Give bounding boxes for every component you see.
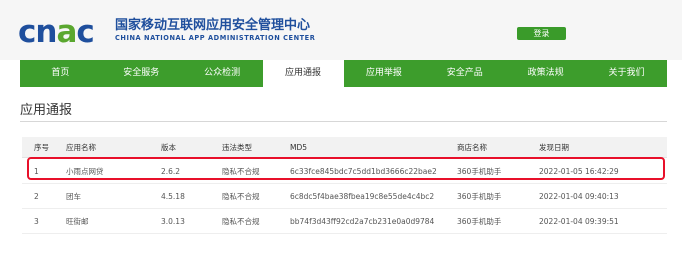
site-subtitle: CHINA NATIONAL APP ADMINISTRATION CENTER <box>115 34 316 42</box>
notice-table: 序号 应用名称 版本 违法类型 MD5 商店名称 发现日期 1 小雨点网贷 2.… <box>22 137 667 241</box>
table-cell: 团车 <box>66 191 81 201</box>
page-title: 应用通报 <box>20 103 73 118</box>
table-cell: 4.5.18 <box>161 191 185 201</box>
column-header: MD5 <box>290 142 308 152</box>
table-cell: 360手机助手 <box>457 191 502 201</box>
column-header: 商店名称 <box>457 142 487 152</box>
table-cell: 隐私不合规 <box>222 216 260 226</box>
logo-text-a: a <box>56 14 77 50</box>
column-header: 发现日期 <box>539 142 569 152</box>
table-cell: 2 <box>34 191 39 201</box>
login-button[interactable]: 登录 <box>517 27 566 40</box>
main-nav: 首页 安全服务 公众检测 应用通报 应用举报 安全产品 政策法规 关于我们 <box>20 60 667 87</box>
nav-item-about[interactable]: 关于我们 <box>586 60 667 87</box>
table-cell: 隐私不合规 <box>222 166 260 176</box>
table-cell: 6c8dc5f4bae38fbea19c8e55de4c4bc2 <box>290 191 435 201</box>
table-row[interactable]: 1 小雨点网贷 2.6.2 隐私不合规 6c33fce845bdc7c5dd1b… <box>22 159 667 184</box>
nav-item-app-notices[interactable]: 应用通报 <box>262 60 344 87</box>
table-cell: 2022-01-04 09:39:51 <box>539 216 619 226</box>
logo-text-cn: cn <box>18 14 57 50</box>
table-cell: 360手机助手 <box>457 166 502 176</box>
nav-item-home[interactable]: 首页 <box>20 60 101 87</box>
table-cell: 1 <box>34 166 39 176</box>
table-cell: 3.0.13 <box>161 216 185 226</box>
table-cell: 隐私不合规 <box>222 191 260 201</box>
nav-item-security-services[interactable]: 安全服务 <box>101 60 182 87</box>
table-cell: bb74f3d43ff92cd2a7cb231e0a0d9784 <box>290 216 435 226</box>
table-cell: 3 <box>34 216 39 226</box>
table-row[interactable]: 3 旺街邮 3.0.13 隐私不合规 bb74f3d43ff92cd2a7cb2… <box>22 209 667 234</box>
column-header: 应用名称 <box>66 142 96 152</box>
column-header: 违法类型 <box>222 142 252 152</box>
site-title: 国家移动互联网应用安全管理中心 <box>115 18 311 33</box>
table-cell: 2.6.2 <box>161 166 181 176</box>
column-header: 版本 <box>161 142 176 152</box>
logo-text-c: c <box>76 14 94 50</box>
nav-item-public-testing[interactable]: 公众检测 <box>182 60 263 87</box>
title-divider <box>20 121 667 122</box>
nav-item-policies[interactable]: 政策法规 <box>505 60 586 87</box>
column-header: 序号 <box>34 142 49 152</box>
nav-item-security-products[interactable]: 安全产品 <box>424 60 505 87</box>
table-cell: 小雨点网贷 <box>66 166 104 176</box>
site-logo[interactable]: cnac <box>18 14 95 50</box>
table-cell: 360手机助手 <box>457 216 502 226</box>
table-header: 序号 应用名称 版本 违法类型 MD5 商店名称 发现日期 <box>22 137 667 158</box>
table-cell: 2022-01-05 16:42:29 <box>539 166 619 176</box>
table-cell: 旺街邮 <box>66 216 89 226</box>
table-cell: 2022-01-04 09:40:13 <box>539 191 619 201</box>
table-cell: 6c33fce845bdc7c5dd1bd3666c22bae2 <box>290 166 437 176</box>
site-header: cnac 国家移动互联网应用安全管理中心 CHINA NATIONAL APP … <box>0 0 682 60</box>
nav-item-app-report[interactable]: 应用举报 <box>344 60 425 87</box>
table-row[interactable]: 2 团车 4.5.18 隐私不合规 6c8dc5f4bae38fbea19c8e… <box>22 184 667 209</box>
